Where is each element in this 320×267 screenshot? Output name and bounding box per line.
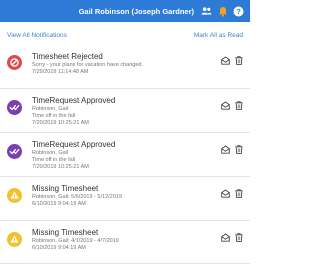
users-icon[interactable] [201, 6, 212, 17]
notification-actions [221, 101, 243, 110]
envelope-open-icon[interactable] [221, 233, 230, 242]
double-check-icon [7, 144, 22, 159]
top-bar: Gail Robinson (Joseph Gardner) ? [0, 0, 250, 22]
trash-icon[interactable] [234, 56, 243, 65]
notification-title: TimeRequest Approved [32, 140, 116, 149]
notification-detail: Sorry - your plans for vacation have cha… [32, 62, 143, 68]
notification-item[interactable]: Missing Timesheet Robinson, Gail: 4/1/201… [0, 220, 250, 264]
envelope-open-icon[interactable] [221, 101, 230, 110]
notification-content: Missing Timesheet Robinson, Gail: 5/6/201… [32, 184, 210, 208]
notification-detail: 6/10/2019 9:04:19 AM [32, 245, 86, 251]
user-name[interactable]: Gail Robinson (Joseph Gardner) [79, 7, 194, 16]
divider [0, 263, 250, 264]
notification-title: Missing Timesheet [32, 184, 99, 193]
mark-all-read-link[interactable]: Mark All as Read [194, 32, 243, 39]
notification-detail: 7/20/2019 10:25:21 AM [32, 164, 89, 170]
bell-icon[interactable] [217, 6, 228, 17]
notification-detail: Robinson, Gail: 5/6/2019 - 5/12/2019 [32, 194, 122, 200]
envelope-open-icon[interactable] [221, 145, 230, 154]
envelope-open-icon[interactable] [221, 56, 230, 65]
notification-item[interactable]: TimeRequest Approved Robinson, Gail Time o… [0, 132, 250, 176]
notification-title: Missing Timesheet [32, 228, 99, 237]
view-all-notifications-link[interactable]: View All Notifications [7, 32, 67, 39]
notification-actions [221, 56, 243, 65]
notification-list: Timesheet Rejected Sorry - your plans for… [0, 48, 250, 264]
trash-icon[interactable] [234, 189, 243, 198]
notification-detail: Robinson, Gail [32, 106, 69, 112]
notification-detail: Robinson, Gail [32, 150, 69, 156]
notification-title: Timesheet Rejected [32, 52, 103, 61]
notification-detail: 7/29/2019 11:14:48 AM [32, 69, 89, 75]
notification-item[interactable]: Missing Timesheet Robinson, Gail: 5/6/201… [0, 176, 250, 220]
notification-actions [221, 189, 243, 198]
warning-icon [7, 188, 22, 203]
notification-content: Missing Timesheet Robinson, Gail: 4/1/201… [32, 228, 210, 252]
notification-content: Timesheet Rejected Sorry - your plans for… [32, 52, 210, 76]
notification-actions [221, 233, 243, 242]
trash-icon[interactable] [234, 233, 243, 242]
notification-item[interactable]: TimeRequest Approved Robinson, Gail Time o… [0, 88, 250, 132]
notification-detail: 7/20/2019 10:25:21 AM [32, 120, 89, 126]
rejected-icon [7, 55, 22, 70]
double-check-icon [7, 100, 22, 115]
svg-text:?: ? [236, 7, 241, 16]
trash-icon[interactable] [234, 145, 243, 154]
notification-actions [221, 145, 243, 154]
notification-content: TimeRequest Approved Robinson, Gail Time o… [32, 140, 210, 171]
warning-icon [7, 232, 22, 247]
notification-item[interactable]: Timesheet Rejected Sorry - your plans for… [0, 48, 250, 88]
notification-detail: Robinson, Gail: 4/1/2019 - 4/7/2019 [32, 238, 119, 244]
notification-content: TimeRequest Approved Robinson, Gail Time o… [32, 96, 210, 127]
notification-detail: 6/10/2019 9:04:19 AM [32, 201, 86, 207]
notification-title: TimeRequest Approved [32, 96, 116, 105]
notification-detail: Time off in the fall [32, 157, 76, 163]
trash-icon[interactable] [234, 101, 243, 110]
envelope-open-icon[interactable] [221, 189, 230, 198]
help-icon[interactable]: ? [233, 6, 244, 17]
actions-bar: View All Notifications Mark All as Read [0, 22, 250, 48]
notification-detail: Time off in the fall [32, 113, 76, 119]
